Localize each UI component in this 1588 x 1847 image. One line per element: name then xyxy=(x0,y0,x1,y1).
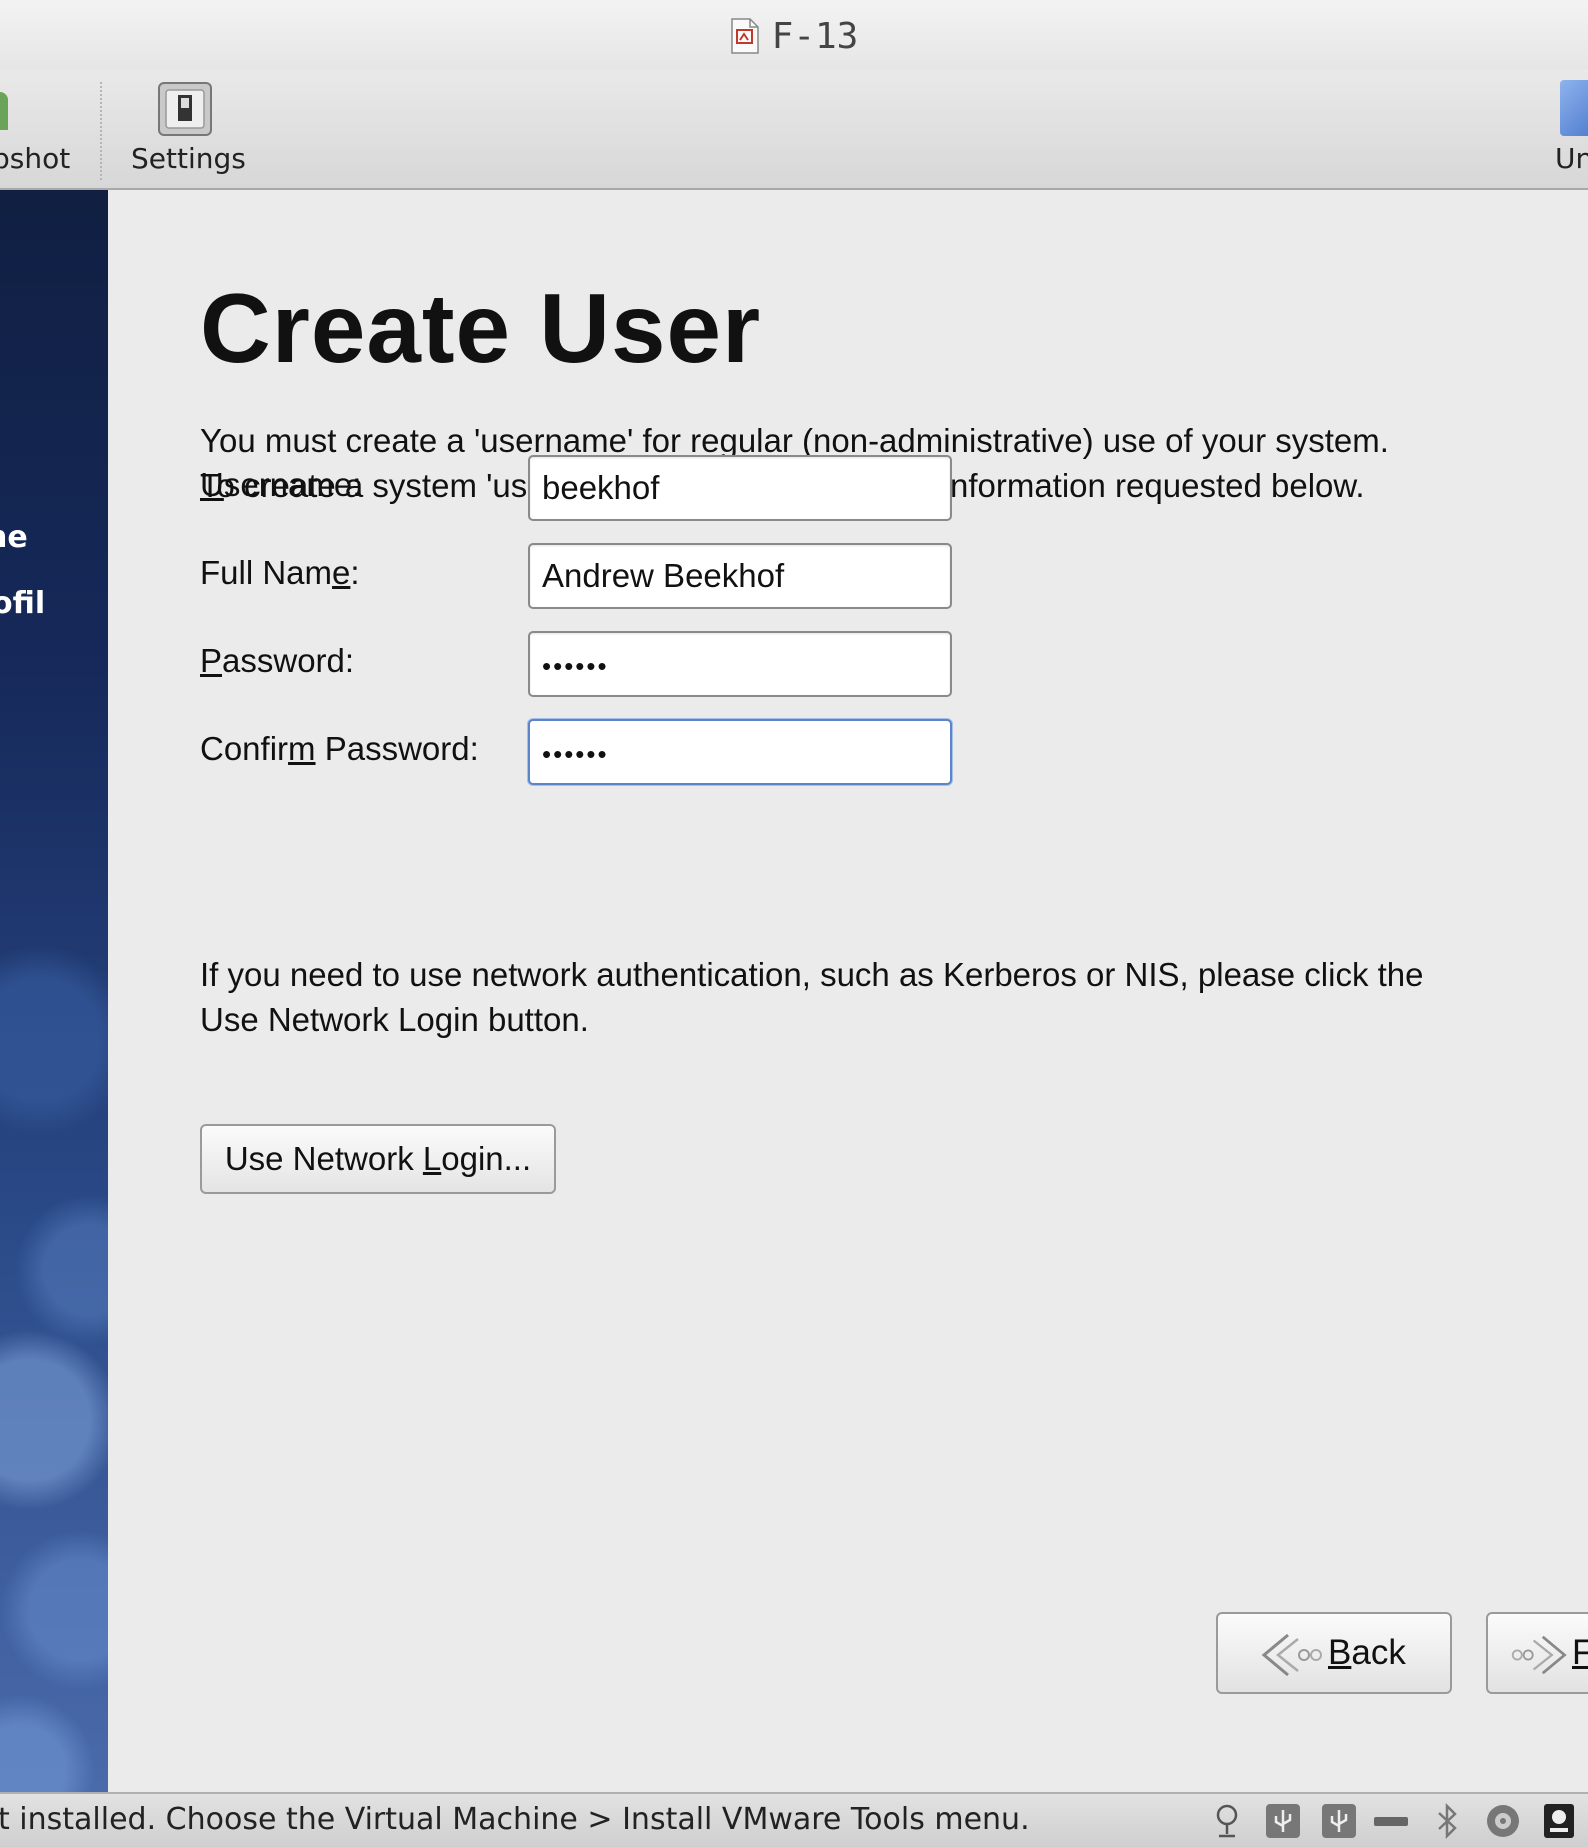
label-text: assword: xyxy=(222,642,355,679)
usb-icon[interactable] xyxy=(1320,1802,1358,1840)
forward-arrow-icon xyxy=(1511,1635,1567,1674)
mnemonic-letter: P xyxy=(200,642,223,679)
network-text-line: If you need to use network authenticatio… xyxy=(200,956,1424,993)
bluetooth-icon[interactable] xyxy=(1428,1802,1466,1840)
button-text: Use Network xyxy=(224,1140,423,1177)
toolbar-divider xyxy=(100,82,102,180)
full-name-label: Full Name: xyxy=(200,554,360,592)
mnemonic-letter: e xyxy=(332,554,351,591)
usb-icon[interactable] xyxy=(1264,1802,1302,1840)
mnemonic-letter: L xyxy=(422,1140,442,1177)
label-text: Password: xyxy=(315,730,479,767)
label-text: Confir xyxy=(200,730,289,767)
sidebar-step-item: ofil xyxy=(0,586,46,621)
password-value: •••••• xyxy=(542,651,609,681)
window-title: F-13 xyxy=(0,16,1588,57)
label-text: sername: xyxy=(223,466,362,503)
cd-drive-icon[interactable] xyxy=(1372,1802,1410,1840)
network-text-line: Use Network Login button. xyxy=(200,1001,589,1038)
button-text: ogin... xyxy=(441,1140,532,1177)
username-label: Username: xyxy=(200,466,361,504)
use-network-login-button[interactable]: Use Network Login... xyxy=(200,1124,556,1194)
settings-label: Settings xyxy=(131,142,246,175)
snapshot-label: pshot xyxy=(0,142,71,175)
snapshot-icon xyxy=(0,92,8,130)
window-titlebar: F-13 xyxy=(0,0,1588,80)
confirm-password-field[interactable]: •••••• xyxy=(528,719,952,785)
mnemonic-letter: m xyxy=(288,730,316,767)
back-button[interactable]: Back xyxy=(1216,1612,1452,1694)
vm-statusbar: t installed. Choose the Virtual Machine … xyxy=(0,1792,1588,1847)
username-field[interactable]: beekhof xyxy=(528,455,952,521)
network-icon[interactable] xyxy=(1208,1802,1246,1840)
mnemonic-letter: B xyxy=(1328,1633,1352,1672)
label-text: Full Nam xyxy=(200,554,333,591)
vm-toolbar: pshot Settings Un xyxy=(0,70,1588,190)
label-text: : xyxy=(350,554,360,591)
status-message: t installed. Choose the Virtual Machine … xyxy=(0,1802,1030,1837)
button-text: ack xyxy=(1351,1633,1406,1672)
mnemonic-letter: U xyxy=(200,466,224,503)
sidebar-step-item: ne xyxy=(0,520,28,555)
vm-document-icon xyxy=(730,18,759,54)
page-title: Create User xyxy=(200,273,762,383)
unity-icon xyxy=(1560,80,1588,136)
full-name-field[interactable]: Andrew Beekhof xyxy=(528,543,952,609)
settings-switch-icon xyxy=(158,82,212,136)
forward-button[interactable]: F xyxy=(1486,1612,1588,1694)
password-field[interactable]: •••••• xyxy=(528,631,952,697)
full-name-value: Andrew Beekhof xyxy=(542,557,785,594)
mnemonic-letter: F xyxy=(1572,1633,1588,1672)
confirm-password-value: •••••• xyxy=(542,739,609,769)
password-label: Password: xyxy=(200,642,354,680)
unity-label: Un xyxy=(1555,142,1588,175)
hard-disk-icon[interactable] xyxy=(1540,1802,1578,1840)
network-auth-text: If you need to use network authenticatio… xyxy=(200,952,1424,1042)
back-arrow-icon xyxy=(1261,1633,1322,1676)
window-title-text: F-13 xyxy=(771,16,859,57)
confirm-password-label: Confirm Password: xyxy=(200,730,479,768)
sound-icon[interactable] xyxy=(1484,1802,1522,1840)
username-value: beekhof xyxy=(542,469,660,506)
create-user-page: Create User You must create a 'username'… xyxy=(108,190,1588,1792)
installer-sidebar: ne ofil xyxy=(0,190,108,1792)
